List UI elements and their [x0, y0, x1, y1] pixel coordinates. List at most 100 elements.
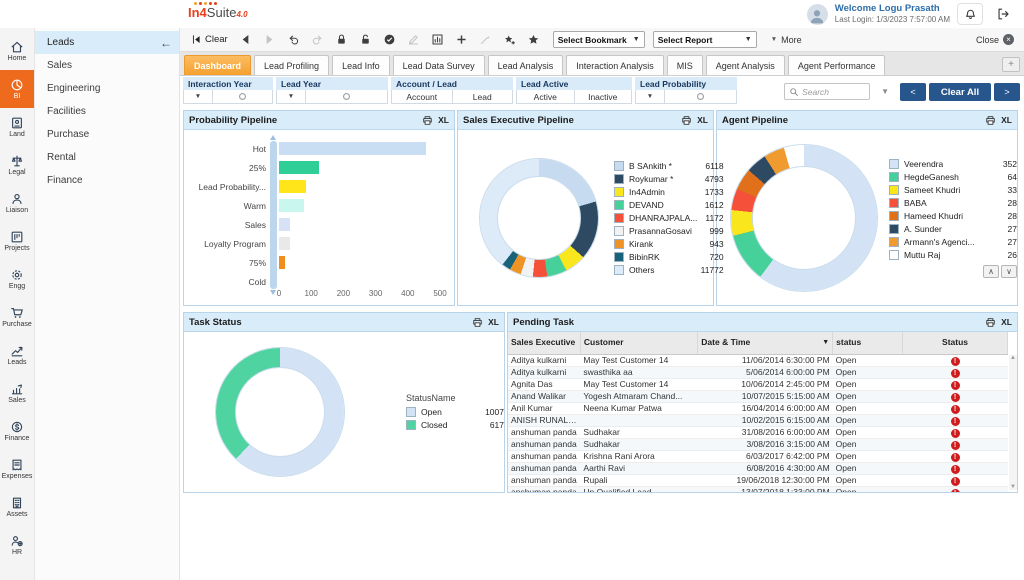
legend-item[interactable]: A. Sunder 27	[889, 222, 1017, 235]
donut-chart[interactable]	[216, 348, 344, 476]
clear-button[interactable]: Clear	[186, 34, 233, 45]
rail-item-leads[interactable]: Leads	[0, 336, 34, 374]
bookmark-select[interactable]: Select Bookmark ▼	[553, 31, 645, 48]
rail-item-finance[interactable]: Finance	[0, 412, 34, 450]
tab-lead-info[interactable]: Lead Info	[332, 55, 390, 75]
donut-chart[interactable]	[480, 159, 598, 277]
legend-item[interactable]: Muttu Raj 26	[889, 248, 1017, 261]
rail-item-bi[interactable]: BI	[0, 70, 34, 108]
legend-scroll-up-button[interactable]: ∧	[983, 265, 999, 278]
category-scrollbar[interactable]	[270, 141, 277, 289]
table-row[interactable]: ANISH RUNALDO- 10/02/2015 6:15:00 AM Ope…	[508, 414, 1008, 426]
legend-item[interactable]: BABA 28	[889, 196, 1017, 209]
clear-all-button[interactable]: Clear All	[929, 83, 991, 101]
add-tab-button[interactable]: +	[1002, 57, 1020, 72]
rail-item-sales[interactable]: Sales	[0, 374, 34, 412]
rail-item-land[interactable]: Land	[0, 108, 34, 146]
filter-option-account[interactable]: Account	[391, 90, 453, 104]
legend-item[interactable]: DEVAND 1612	[614, 198, 724, 211]
excel-export-button[interactable]: XL	[697, 115, 708, 125]
table-row[interactable]: anshuman panda Krishna Rani Arora 6/03/2…	[508, 450, 1008, 462]
sidebar-item-engineering[interactable]: Engineering	[35, 77, 179, 100]
legend-item[interactable]: Others 11772	[614, 263, 724, 276]
table-scrollbar[interactable]: ▲▼	[1009, 355, 1017, 490]
legend-item[interactable]: PrasannaGosavi 999	[614, 224, 724, 237]
back-button[interactable]	[235, 30, 257, 49]
search-dropdown-icon[interactable]: ▼	[873, 87, 897, 96]
legend-item[interactable]: DHANRAJPALA... 1172	[614, 211, 724, 224]
logout-button[interactable]	[990, 3, 1016, 25]
table-row[interactable]: anshuman panda Rupali 19/06/2018 12:30:0…	[508, 474, 1008, 486]
more-menu[interactable]: ▼ More	[771, 35, 802, 45]
legend-item[interactable]: B SAnkith * 6118	[614, 159, 724, 172]
unlock-button[interactable]	[355, 30, 377, 49]
legend-scroll-down-button[interactable]: ∨	[1001, 265, 1017, 278]
bar-0[interactable]	[279, 142, 426, 155]
legend-item[interactable]: Open 1007	[406, 406, 504, 419]
wand-button[interactable]	[475, 30, 497, 49]
excel-export-button[interactable]: XL	[438, 115, 449, 125]
tab-interaction-analysis[interactable]: Interaction Analysis	[566, 55, 664, 75]
excel-export-button[interactable]: XL	[488, 317, 499, 327]
tab-lead-profiling[interactable]: Lead Profiling	[254, 55, 329, 75]
next-button[interactable]: >	[994, 83, 1020, 101]
filter-reset[interactable]	[213, 90, 273, 104]
rail-item-home[interactable]: Home	[0, 32, 34, 70]
close-button[interactable]: Close ×	[976, 34, 1018, 45]
rail-item-hr[interactable]: HR	[0, 526, 34, 564]
rail-item-projects[interactable]: Projects	[0, 222, 34, 260]
table-row[interactable]: anshuman panda Sudhakar 31/08/2016 6:00:…	[508, 426, 1008, 438]
print-icon[interactable]	[472, 317, 483, 328]
filter-option-inactive[interactable]: Inactive	[575, 90, 633, 104]
legend-item[interactable]: Hameed Khudri 28	[889, 209, 1017, 222]
column-header-sales-executive[interactable]: Sales Executive	[508, 332, 580, 354]
table-row[interactable]: anshuman panda Aarthi Ravi 6/08/2016 4:3…	[508, 462, 1008, 474]
table-row[interactable]: anshuman panda Sudhakar 3/08/2016 3:15:0…	[508, 438, 1008, 450]
rail-item-legal[interactable]: Legal	[0, 146, 34, 184]
print-icon[interactable]	[422, 115, 433, 126]
sidebar-item-rental[interactable]: Rental	[35, 146, 179, 169]
tab-lead-data-survey[interactable]: Lead Data Survey	[393, 55, 485, 75]
print-icon[interactable]	[985, 115, 996, 126]
redo-button[interactable]	[307, 30, 329, 49]
column-header-status-lc[interactable]: status	[833, 332, 903, 354]
tab-mis[interactable]: MIS	[667, 55, 703, 75]
legend-item[interactable]: Closed 617	[406, 419, 504, 432]
tab-agent-analysis[interactable]: Agent Analysis	[706, 55, 785, 75]
legend-item[interactable]: HegdeGanesh 64	[889, 170, 1017, 183]
sidebar-item-purchase[interactable]: Purchase	[35, 123, 179, 146]
donut-chart[interactable]	[731, 145, 877, 291]
table-row[interactable]: Aditya kulkarni May Test Customer 14 11/…	[508, 354, 1008, 366]
edit-button[interactable]	[403, 30, 425, 49]
bar-2[interactable]	[279, 180, 306, 193]
rail-item-liaison[interactable]: Liaison	[0, 184, 34, 222]
filter-reset[interactable]	[665, 90, 737, 104]
add-button[interactable]	[451, 30, 473, 49]
collapse-arrow-icon[interactable]: ←	[160, 36, 172, 50]
filter-dropdown[interactable]: ▼	[183, 90, 213, 104]
lock-button[interactable]	[331, 30, 353, 49]
filter-dropdown[interactable]: ▼	[276, 90, 306, 104]
legend-item[interactable]: Veerendra 352	[889, 157, 1017, 170]
search-input[interactable]: Search	[784, 83, 870, 100]
bar-6[interactable]	[279, 256, 285, 269]
tab-agent-performance[interactable]: Agent Performance	[788, 55, 886, 75]
avatar[interactable]	[807, 4, 828, 25]
report-select[interactable]: Select Report ▼	[653, 31, 757, 48]
legend-item[interactable]: Armann's Agenci... 27	[889, 235, 1017, 248]
legend-item[interactable]: In4Admin 1733	[614, 185, 724, 198]
table-row[interactable]: anshuman panda Un Qualified Lead 13/07/2…	[508, 486, 1008, 492]
filter-option-lead[interactable]: Lead	[453, 90, 514, 104]
undo-button[interactable]	[283, 30, 305, 49]
column-header-customer[interactable]: Customer	[580, 332, 697, 354]
sidebar-item-sales[interactable]: Sales	[35, 54, 179, 77]
bar-chart-button[interactable]	[427, 30, 449, 49]
filter-dropdown[interactable]: ▼	[635, 90, 665, 104]
rail-item-expenses[interactable]: Expenses	[0, 450, 34, 488]
print-icon[interactable]	[681, 115, 692, 126]
legend-item[interactable]: Sameet Khudri 33	[889, 183, 1017, 196]
prev-button[interactable]: <	[900, 83, 926, 101]
tab-lead-analysis[interactable]: Lead Analysis	[488, 55, 564, 75]
sidebar-item-leads-active[interactable]: Leads ←	[35, 31, 179, 54]
excel-export-button[interactable]: XL	[1001, 317, 1012, 327]
